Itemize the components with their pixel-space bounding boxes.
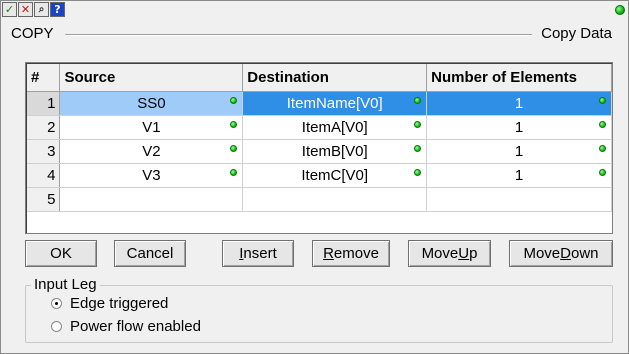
move-down-button[interactable]: Move Down — [509, 240, 613, 267]
valid-indicator-icon — [230, 144, 238, 152]
help-icon[interactable]: ? — [50, 2, 65, 17]
source-cell[interactable] — [59, 187, 244, 212]
valid-indicator-icon — [230, 96, 238, 104]
header-divider — [65, 34, 532, 36]
move-up-button[interactable]: Move Up — [408, 240, 491, 267]
copy-table: # Source Destination Number of Elements … — [25, 62, 613, 234]
table-row[interactable]: 1 SS0 ItemName[V0] 1 — [27, 91, 612, 116]
ok-button[interactable]: OK — [25, 240, 97, 267]
valid-indicator-icon — [230, 168, 238, 176]
column-header-number: # — [27, 64, 61, 92]
source-cell[interactable]: SS0 — [59, 91, 244, 116]
source-cell[interactable]: V1 — [59, 115, 244, 140]
row-number: 3 — [27, 139, 61, 164]
radio-label-edge-triggered: Edge triggered — [70, 295, 169, 312]
destination-cell[interactable]: ItemA[V0] — [242, 115, 428, 140]
source-cell[interactable]: V2 — [59, 139, 244, 164]
radio-edge-triggered[interactable]: Edge triggered — [51, 295, 168, 312]
status-led-icon — [615, 5, 625, 15]
check-icon[interactable]: ✓ — [2, 2, 17, 17]
valid-indicator-icon — [230, 120, 238, 128]
row-number: 1 — [27, 91, 61, 116]
valid-indicator-icon — [414, 144, 422, 152]
valid-indicator-icon — [599, 120, 606, 128]
input-leg-title: Input Leg — [31, 276, 100, 293]
table-row[interactable]: 2 V1 ItemA[V0] 1 — [27, 115, 612, 140]
radio-button-checked[interactable] — [51, 298, 62, 309]
table-header-row: # Source Destination Number of Elements — [27, 64, 612, 92]
table-row[interactable]: 3 V2 ItemB[V0] 1 — [27, 139, 612, 164]
cancel-button[interactable]: Cancel — [114, 240, 186, 267]
row-number: 2 — [27, 115, 61, 140]
count-cell[interactable]: 1 — [426, 163, 612, 188]
count-cell[interactable]: 1 — [426, 115, 612, 140]
dialog-toolbar: ✓ ✕ ⌕ ? — [2, 2, 66, 17]
close-icon[interactable]: ✕ — [18, 2, 33, 17]
destination-cell[interactable]: ItemB[V0] — [242, 139, 428, 164]
valid-indicator-icon — [414, 96, 422, 104]
radio-power-flow-enabled[interactable]: Power flow enabled — [51, 318, 201, 335]
column-header-count[interactable]: Number of Elements — [426, 64, 612, 92]
copy-dialog: ✓ ✕ ⌕ ? COPY Copy Data # Source Destinat… — [0, 0, 629, 354]
valid-indicator-icon — [414, 168, 422, 176]
count-cell[interactable]: 1 — [426, 139, 612, 164]
table-row[interactable]: 5 — [27, 187, 612, 212]
column-header-destination[interactable]: Destination — [242, 64, 428, 92]
instruction-description: Copy Data — [541, 25, 612, 42]
row-number: 5 — [27, 187, 61, 212]
radio-label-power-flow: Power flow enabled — [70, 318, 201, 335]
valid-indicator-icon — [599, 144, 606, 152]
valid-indicator-icon — [414, 120, 422, 128]
instruction-name: COPY — [11, 25, 54, 42]
valid-indicator-icon — [599, 168, 606, 176]
insert-button[interactable]: Insert — [222, 240, 294, 267]
remove-button[interactable]: Remove — [312, 240, 390, 267]
destination-cell[interactable]: ItemC[V0] — [242, 163, 428, 188]
row-number: 4 — [27, 163, 61, 188]
column-header-source[interactable]: Source — [59, 64, 244, 92]
destination-cell[interactable] — [242, 187, 428, 212]
radio-button-unchecked[interactable] — [51, 321, 62, 332]
zoom-icon[interactable]: ⌕ — [34, 2, 49, 17]
source-cell[interactable]: V3 — [59, 163, 244, 188]
valid-indicator-icon — [599, 96, 606, 104]
count-cell[interactable] — [426, 187, 612, 212]
count-cell[interactable]: 1 — [426, 91, 612, 116]
table-row[interactable]: 4 V3 ItemC[V0] 1 — [27, 163, 612, 188]
destination-cell[interactable]: ItemName[V0] — [242, 91, 428, 116]
